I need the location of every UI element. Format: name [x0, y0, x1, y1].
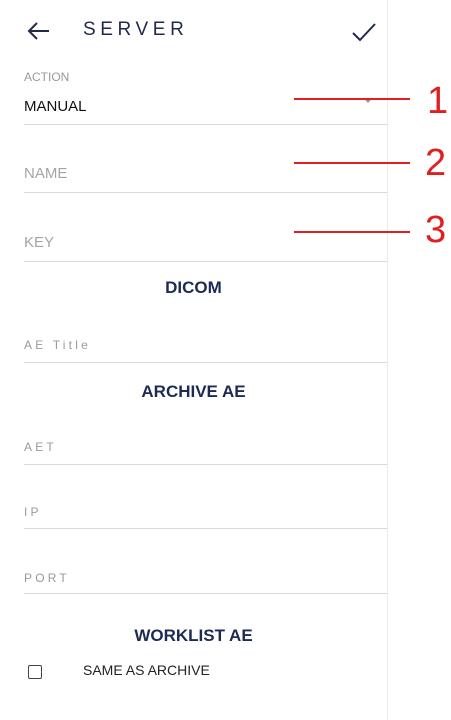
same-as-archive-checkbox[interactable] [28, 665, 42, 679]
page-title: SERVER [83, 19, 189, 40]
divider [24, 192, 387, 193]
aet-placeholder: AET [24, 440, 57, 454]
port-field[interactable]: PORT [24, 568, 387, 594]
annotation-number-1: 1 [427, 80, 449, 122]
annotation-line-2 [294, 162, 410, 164]
divider [24, 464, 387, 465]
same-as-archive-toggle[interactable]: SAME AS ARCHIVE [28, 662, 328, 684]
divider [24, 593, 387, 594]
arrow-left-icon[interactable] [26, 20, 52, 42]
worklist-ae-heading: WORKLIST AE [134, 626, 253, 645]
divider [24, 362, 387, 363]
check-icon[interactable] [350, 20, 378, 44]
divider [24, 124, 387, 125]
action-value: MANUAL [24, 98, 87, 115]
key-field[interactable]: KEY [24, 228, 387, 262]
annotation-number-3: 3 [425, 209, 447, 251]
annotation-number-2: 2 [425, 142, 447, 184]
ae-title-field[interactable]: AE Title [24, 334, 387, 363]
name-placeholder: NAME [24, 165, 68, 182]
annotation-line-1 [294, 98, 410, 100]
key-placeholder: KEY [24, 234, 55, 251]
name-field[interactable]: NAME [24, 160, 387, 193]
same-as-archive-label: SAME AS ARCHIVE [83, 662, 210, 678]
app-header: SERVER [0, 0, 387, 62]
ip-placeholder: IP [24, 505, 42, 519]
ae-title-placeholder: AE Title [24, 338, 91, 352]
action-label: ACTION [24, 70, 70, 84]
ip-field[interactable]: IP [24, 501, 387, 529]
port-placeholder: PORT [24, 571, 70, 585]
server-settings-screen: SERVER ACTION MANUAL NAME KEY DICOM AE T… [0, 0, 388, 720]
divider [24, 528, 387, 529]
aet-field[interactable]: AET [24, 437, 387, 465]
dicom-heading: DICOM [165, 278, 222, 297]
divider [24, 261, 387, 262]
annotation-line-3 [294, 231, 410, 233]
archive-ae-heading: ARCHIVE AE [141, 382, 246, 401]
